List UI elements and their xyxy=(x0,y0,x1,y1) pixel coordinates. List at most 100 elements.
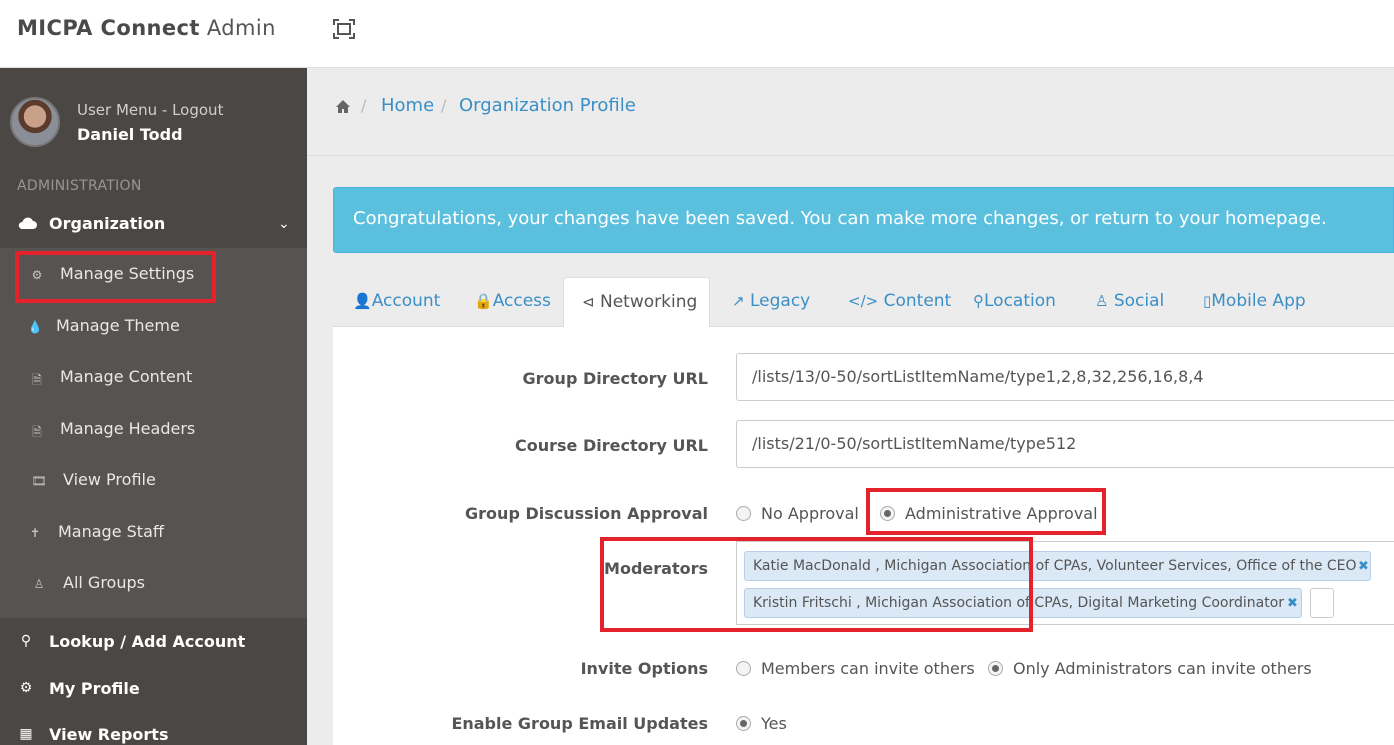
sidebar-item-all-groups[interactable]: ♙ All Groups xyxy=(0,565,307,605)
file-icon: 🗎 xyxy=(32,373,42,387)
moderator-tag: Katie MacDonald , Michigan Association o… xyxy=(744,551,1371,581)
moderator-tag-text: Kristin Fritschi , Michigan Association … xyxy=(753,595,1285,611)
film-icon: 🎞 xyxy=(31,474,47,488)
moderator-search-input[interactable] xyxy=(1310,588,1334,618)
tab-access[interactable]: 🔒Access xyxy=(474,277,551,327)
course-directory-url-label: Course Directory URL xyxy=(515,436,708,455)
tab-label: Networking xyxy=(599,292,698,312)
sidebar-item-manage-staff[interactable]: ✝ Manage Staff xyxy=(0,514,307,554)
file-icon: 🗎 xyxy=(32,425,42,439)
enable-group-email-updates-label: Enable Group Email Updates xyxy=(451,714,708,733)
search-icon: ⚲ xyxy=(20,633,32,649)
success-alert: Congratulations, your changes have been … xyxy=(333,187,1394,253)
sidebar-item-organization[interactable]: Organization ⌄ xyxy=(0,206,307,244)
tab-social[interactable]: ♙ Social xyxy=(1095,277,1164,327)
radio-no-approval[interactable] xyxy=(736,506,751,521)
code-icon: </> xyxy=(848,292,879,310)
moderators-label: Moderators xyxy=(604,559,708,578)
tab-label: Access xyxy=(492,291,551,311)
sidebar-item-label: Lookup / Add Account xyxy=(49,632,246,651)
radio-members-can-invite[interactable] xyxy=(736,661,751,676)
user-menu-link[interactable]: User Menu - Logout xyxy=(77,101,223,119)
breadcrumb: / Home / Organization Profile xyxy=(307,68,1394,156)
chevron-down-icon: ⌄ xyxy=(278,216,290,232)
brand[interactable]: MICPA Connect Admin xyxy=(17,16,276,40)
sidebar-item-label: All Groups xyxy=(63,573,145,592)
gear-icon: ⚙ xyxy=(31,268,43,282)
tab-label: Mobile App xyxy=(1211,291,1306,311)
sidebar-item-label: Manage Content xyxy=(60,367,193,386)
sidebar-item-my-profile[interactable]: ⚙ My Profile xyxy=(0,670,307,710)
tab-label: Location xyxy=(984,291,1056,311)
map-marker-icon: ⚲ xyxy=(973,292,984,310)
remove-tag-icon[interactable]: ✖ xyxy=(1287,596,1298,611)
radio-label-email-updates-yes: Yes xyxy=(761,714,787,733)
breadcrumb-current[interactable]: Organization Profile xyxy=(459,95,636,116)
tint-icon: 💧 xyxy=(27,320,43,334)
fullscreen-icon[interactable] xyxy=(333,19,355,39)
sidebar-item-label: Manage Staff xyxy=(58,522,164,541)
brand-name: MICPA Connect xyxy=(17,16,200,40)
grid-icon: ▦ xyxy=(19,726,33,742)
sidebar-item-manage-theme[interactable]: 💧 Manage Theme xyxy=(0,308,307,348)
tab-account[interactable]: 👤Account xyxy=(353,277,440,327)
lock-icon: 🔒 xyxy=(474,292,493,310)
breadcrumb-separator: / xyxy=(361,96,367,115)
tab-location[interactable]: ⚲Location xyxy=(973,277,1056,327)
invite-options-label: Invite Options xyxy=(580,659,708,678)
breadcrumb-home-link[interactable]: Home xyxy=(381,95,434,116)
networking-panel: Group Directory URL /lists/13/0-50/sortL… xyxy=(333,327,1394,745)
sidebar-item-manage-headers[interactable]: 🗎 Manage Headers xyxy=(0,411,307,451)
group-directory-url-input[interactable]: /lists/13/0-50/sortListItemName/type1,2,… xyxy=(736,353,1394,401)
tab-networking[interactable]: ⊲ Networking xyxy=(563,277,710,328)
remove-tag-icon[interactable]: ✖ xyxy=(1358,559,1369,574)
share-icon: ⊲ xyxy=(582,293,595,311)
sidebar-item-label: Manage Headers xyxy=(60,419,196,438)
group-directory-url-label: Group Directory URL xyxy=(522,369,708,388)
radio-label-members-can-invite: Members can invite others xyxy=(761,659,975,678)
tab-label: Account xyxy=(371,291,441,311)
course-directory-url-input[interactable]: /lists/21/0-50/sortListItemName/type512 xyxy=(736,420,1394,468)
radio-label-administrative-approval: Administrative Approval xyxy=(905,504,1098,523)
sidebar-item-label: My Profile xyxy=(49,679,140,698)
tab-label: Content xyxy=(883,291,952,311)
tab-content[interactable]: </> Content xyxy=(848,277,951,327)
cloud-icon xyxy=(18,217,37,229)
staff-icon: ✝ xyxy=(29,526,41,540)
moderator-tag: Kristin Fritschi , Michigan Association … xyxy=(744,588,1302,618)
users-icon: ♙ xyxy=(33,577,45,591)
radio-email-updates-yes[interactable] xyxy=(736,716,751,731)
sidebar-item-label: Manage Theme xyxy=(56,316,180,335)
sidebar-item-lookup-add-account[interactable]: ⚲ Lookup / Add Account xyxy=(0,623,307,663)
brand-suffix: Admin xyxy=(206,16,276,40)
organization-submenu: ⚙ Manage Settings 💧 Manage Theme 🗎 Manag… xyxy=(0,248,307,618)
moderator-tag-text: Katie MacDonald , Michigan Association o… xyxy=(753,558,1357,574)
tab-label: Legacy xyxy=(749,291,811,311)
breadcrumb-separator: / xyxy=(441,96,447,115)
radio-administrative-approval[interactable] xyxy=(880,506,895,521)
moderators-tag-input[interactable]: Katie MacDonald , Michigan Association o… xyxy=(736,541,1394,625)
radio-only-admins-can-invite[interactable] xyxy=(988,661,1003,676)
sidebar-item-manage-content[interactable]: 🗎 Manage Content xyxy=(0,359,307,399)
tab-mobile-app[interactable]: ▯Mobile App xyxy=(1203,277,1306,327)
section-label-administration: ADMINISTRATION xyxy=(17,178,142,194)
avatar[interactable] xyxy=(10,97,60,147)
tab-legacy[interactable]: ↗ Legacy xyxy=(732,277,810,327)
radio-label-no-approval: No Approval xyxy=(761,504,859,523)
sidebar-item-manage-settings[interactable]: ⚙ Manage Settings xyxy=(0,256,307,296)
external-link-icon: ↗ xyxy=(732,292,745,310)
sidebar-item-view-profile[interactable]: 🎞 View Profile xyxy=(0,462,307,502)
user-name: Daniel Todd xyxy=(77,125,183,144)
sidebar-item-label: View Reports xyxy=(49,725,169,744)
top-bar: MICPA Connect Admin xyxy=(0,0,1394,68)
sidebar-item-view-reports[interactable]: ▦ View Reports xyxy=(0,716,307,745)
home-icon[interactable] xyxy=(335,99,351,115)
tab-bar: 👤Account 🔒Access ⊲ Networking ↗ Legacy <… xyxy=(333,277,1394,328)
sidebar-item-label: Organization xyxy=(49,214,166,233)
sidebar: User Menu - Logout Daniel Todd ADMINISTR… xyxy=(0,68,307,745)
tab-label: Social xyxy=(1113,291,1165,311)
user-icon: 👤 xyxy=(353,292,372,310)
radio-label-only-admins-can-invite: Only Administrators can invite others xyxy=(1013,659,1312,678)
gear-icon: ⚙ xyxy=(19,680,33,696)
sidebar-item-label: Manage Settings xyxy=(60,264,195,283)
